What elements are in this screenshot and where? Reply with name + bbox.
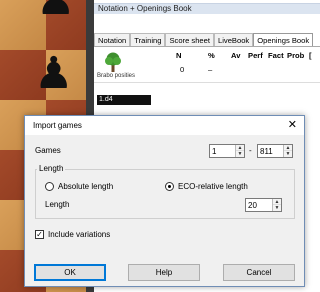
header-bracket[interactable]: [ bbox=[309, 51, 312, 60]
divider bbox=[94, 82, 320, 83]
tab-notation[interactable]: Notation bbox=[94, 33, 131, 46]
tab-openings-book[interactable]: Openings Book bbox=[253, 33, 314, 46]
length-group-title: Length bbox=[37, 164, 66, 173]
eco-relative-length-radio[interactable] bbox=[165, 182, 174, 191]
length-stepper[interactable]: ▲ ▼ bbox=[245, 198, 282, 212]
panel-tabs: Notation Training Score sheet LiveBook O… bbox=[94, 33, 320, 47]
tab-training[interactable]: Training bbox=[130, 33, 166, 46]
header-av[interactable]: Av bbox=[231, 51, 240, 60]
tab-livebook[interactable]: LiveBook bbox=[213, 33, 254, 46]
length-label: Length bbox=[45, 200, 70, 209]
header-fact[interactable]: Fact bbox=[268, 51, 284, 60]
header-prob[interactable]: Prob bbox=[287, 51, 304, 60]
dialog-titlebar: Import games ✕ bbox=[25, 116, 304, 135]
dialog-title: Import games bbox=[33, 121, 82, 130]
panel-titlebar: Notation + Openings Book bbox=[94, 0, 320, 16]
range-dash: - bbox=[249, 146, 252, 155]
games-label: Games bbox=[35, 146, 61, 155]
ok-button[interactable]: OK bbox=[34, 264, 106, 281]
eco-relative-length-label[interactable]: ECO-relative length bbox=[178, 182, 248, 191]
absolute-length-radio[interactable] bbox=[45, 182, 54, 191]
games-to-stepper[interactable]: ▲ ▼ bbox=[257, 144, 293, 158]
spin-buttons: ▲ ▼ bbox=[235, 145, 244, 157]
header-percent[interactable]: % bbox=[208, 51, 215, 60]
black-pawn-icon[interactable]: ♟ bbox=[36, 0, 75, 22]
panel-title: Notation + Openings Book bbox=[94, 3, 320, 14]
help-button[interactable]: Help bbox=[128, 264, 200, 281]
book-row[interactable]: 0 – bbox=[94, 65, 320, 77]
black-pawn-icon[interactable]: ♟ bbox=[34, 52, 73, 96]
arrow-down-icon[interactable]: ▼ bbox=[284, 151, 292, 157]
import-games-dialog: Import games ✕ Games ▲ ▼ - ▲ ▼ Length Ab… bbox=[24, 115, 305, 287]
include-variations-label[interactable]: Include variations bbox=[48, 230, 110, 239]
value-percent: – bbox=[208, 65, 213, 74]
spin-buttons: ▲ ▼ bbox=[272, 199, 281, 211]
arrow-down-icon[interactable]: ▼ bbox=[273, 205, 281, 211]
book-headers: N % Av Perf Fact Prob [ bbox=[94, 51, 320, 63]
value-n: 0 bbox=[180, 65, 185, 74]
header-perf[interactable]: Perf bbox=[248, 51, 263, 60]
arrow-down-icon[interactable]: ▼ bbox=[236, 151, 244, 157]
cancel-button[interactable]: Cancel bbox=[223, 264, 295, 281]
close-icon[interactable]: ✕ bbox=[288, 118, 297, 132]
spin-buttons: ▲ ▼ bbox=[283, 145, 292, 157]
selected-move[interactable]: 1.d4 bbox=[97, 95, 151, 105]
games-from-stepper[interactable]: ▲ ▼ bbox=[209, 144, 245, 158]
header-n[interactable]: N bbox=[176, 51, 181, 60]
tab-score-sheet[interactable]: Score sheet bbox=[165, 33, 214, 46]
absolute-length-label[interactable]: Absolute length bbox=[58, 182, 113, 191]
include-variations-checkbox[interactable]: ✓ bbox=[35, 230, 44, 239]
